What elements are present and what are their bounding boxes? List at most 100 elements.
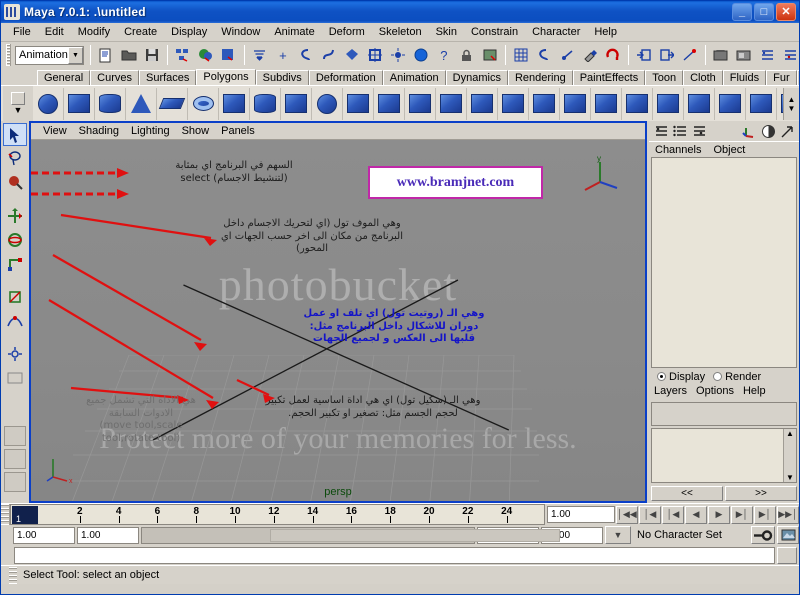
poly-helix-icon[interactable]	[281, 87, 312, 120]
tab-object[interactable]: Object	[713, 144, 745, 156]
shelf-options-box[interactable]: ▼	[3, 85, 33, 122]
display-mode-radio[interactable]: Display	[657, 371, 705, 383]
poly-bevel-icon[interactable]	[684, 87, 715, 120]
select-by-hierarchy-icon[interactable]	[171, 44, 194, 66]
split-polygon-icon[interactable]	[560, 87, 591, 120]
script-editor-icon[interactable]	[777, 546, 797, 564]
scroll-up-icon[interactable]: ▲	[786, 429, 794, 438]
toolbar-grip[interactable]	[6, 44, 11, 66]
layer-editor-icon[interactable]	[778, 44, 799, 66]
append-polygon-icon[interactable]	[591, 87, 622, 120]
select-by-object-icon[interactable]	[194, 44, 217, 66]
poly-duplicate-icon[interactable]	[746, 87, 777, 120]
select-by-component-icon[interactable]	[217, 44, 240, 66]
output-connections-icon[interactable]	[655, 44, 678, 66]
menu-character[interactable]: Character	[525, 25, 587, 39]
poly-cube-icon[interactable]	[64, 87, 95, 120]
shelf-tab-toon[interactable]: Toon	[645, 70, 684, 85]
four-view-layout-icon[interactable]	[4, 449, 26, 469]
current-time-field[interactable]: 1.00	[547, 506, 615, 523]
poly-prism-icon[interactable]	[219, 87, 250, 120]
poly-pipe-icon[interactable]	[250, 87, 281, 120]
new-scene-icon[interactable]	[94, 44, 117, 66]
show-manip-icon[interactable]	[741, 123, 757, 139]
universal-manipulator-icon[interactable]	[3, 285, 27, 308]
shelf-tab-curves[interactable]: Curves	[90, 70, 139, 85]
viewport-menu-panels[interactable]: Panels	[215, 125, 261, 137]
menu-file[interactable]: File	[6, 25, 38, 39]
extrude-edge-icon[interactable]	[529, 87, 560, 120]
snap-point-icon[interactable]	[317, 44, 340, 66]
shelf-tab-dynamics[interactable]: Dynamics	[445, 70, 508, 85]
go-to-end-icon[interactable]: ▶▶│	[777, 505, 799, 524]
viewport-menu-view[interactable]: View	[37, 125, 73, 137]
layer-list-scrollbar[interactable]: ▲ ▼	[783, 429, 796, 482]
render-globals-icon[interactable]	[409, 44, 432, 66]
command-line-input[interactable]	[14, 546, 775, 564]
extrude-face-icon[interactable]	[498, 87, 529, 120]
make-live-icon[interactable]	[386, 44, 409, 66]
menu-display[interactable]: Display	[164, 25, 214, 39]
scroll-down-icon[interactable]: ▼	[786, 473, 794, 482]
tab-channels[interactable]: Channels	[655, 144, 701, 156]
step-back-key-icon[interactable]: │◀	[662, 505, 684, 524]
anim-start-field[interactable]: 1.00	[77, 526, 139, 544]
select-tool-icon[interactable]	[3, 123, 27, 146]
channel-box-icon[interactable]	[755, 44, 778, 66]
time-slider[interactable]: 1 2 4 6 8 10 12 14 16 18 20 22 24	[10, 504, 545, 525]
shelf-tab-deformation[interactable]: Deformation	[308, 70, 383, 85]
shelf-scroll-down-icon[interactable]: ▼	[788, 104, 796, 113]
smooth-icon[interactable]	[467, 87, 498, 120]
show-manipulator-icon[interactable]	[3, 342, 27, 365]
tool-settings-icon[interactable]	[732, 44, 755, 66]
menu-create[interactable]: Create	[117, 25, 164, 39]
persp-outliner-layout-icon[interactable]	[4, 472, 26, 492]
snap-grid-icon[interactable]: +	[271, 44, 294, 66]
paint-icon[interactable]	[760, 123, 776, 139]
viewport-menu-shading[interactable]: Shading	[73, 125, 125, 137]
shelf-tab-menu-icon[interactable]	[11, 92, 25, 105]
menu-skin[interactable]: Skin	[429, 25, 464, 39]
menu-deform[interactable]: Deform	[322, 25, 372, 39]
snap-list-icon[interactable]	[248, 44, 271, 66]
shelf-tab-general[interactable]: General	[37, 70, 91, 85]
step-forward-key-icon[interactable]: ▶│	[731, 505, 753, 524]
menu-animate[interactable]: Animate	[267, 25, 321, 39]
hypershade-icon[interactable]	[555, 44, 578, 66]
menu-skeleton[interactable]: Skeleton	[372, 25, 429, 39]
shelf-scroll-buttons[interactable]: ▲ ▼	[783, 87, 799, 120]
move-tool-icon[interactable]	[3, 204, 27, 227]
layers-menu[interactable]: Layers	[654, 385, 687, 401]
shelf-tab-painteffects[interactable]: PaintEffects	[572, 70, 646, 85]
render-current-icon[interactable]	[532, 44, 555, 66]
next-range-button[interactable]: >>	[725, 486, 797, 501]
minimize-button[interactable]: _	[732, 3, 752, 21]
play-forwards-icon[interactable]: ▶	[708, 505, 730, 524]
scale-tool-icon[interactable]	[3, 252, 27, 275]
viewport-menu-show[interactable]: Show	[176, 125, 216, 137]
auto-key-icon[interactable]	[751, 526, 775, 544]
prev-range-button[interactable]: <<	[651, 486, 723, 501]
boolean-intersection-icon[interactable]	[436, 87, 467, 120]
shelf-dropdown-icon[interactable]: ▼	[14, 105, 23, 115]
construction-history-icon[interactable]	[678, 44, 701, 66]
paint-select-tool-icon[interactable]	[3, 171, 27, 194]
open-scene-icon[interactable]	[117, 44, 140, 66]
arrow-icon[interactable]	[779, 123, 795, 139]
ipr-render-icon[interactable]	[509, 44, 532, 66]
shelf-tab-animation[interactable]: Animation	[382, 70, 446, 85]
poly-cone-icon[interactable]	[126, 87, 157, 120]
current-frame-indicator[interactable]: 1	[12, 506, 38, 524]
lasso-tool-icon[interactable]	[3, 147, 27, 170]
poly-soccer-ball-icon[interactable]	[312, 87, 343, 120]
character-set-dropdown-icon[interactable]: ▼	[605, 526, 631, 544]
channel-box-icon[interactable]	[653, 123, 669, 139]
lock-icon[interactable]	[455, 44, 478, 66]
last-tool-used-icon[interactable]	[3, 366, 27, 389]
shelf-tab-subdivs[interactable]: Subdivs	[255, 70, 309, 85]
poly-sphere-icon[interactable]	[33, 87, 64, 120]
go-to-start-icon[interactable]: │◀◀	[616, 505, 638, 524]
boolean-difference-icon[interactable]	[405, 87, 436, 120]
range-start-field[interactable]: 1.00	[13, 526, 75, 544]
layer-list[interactable]: ▲ ▼	[651, 428, 797, 483]
